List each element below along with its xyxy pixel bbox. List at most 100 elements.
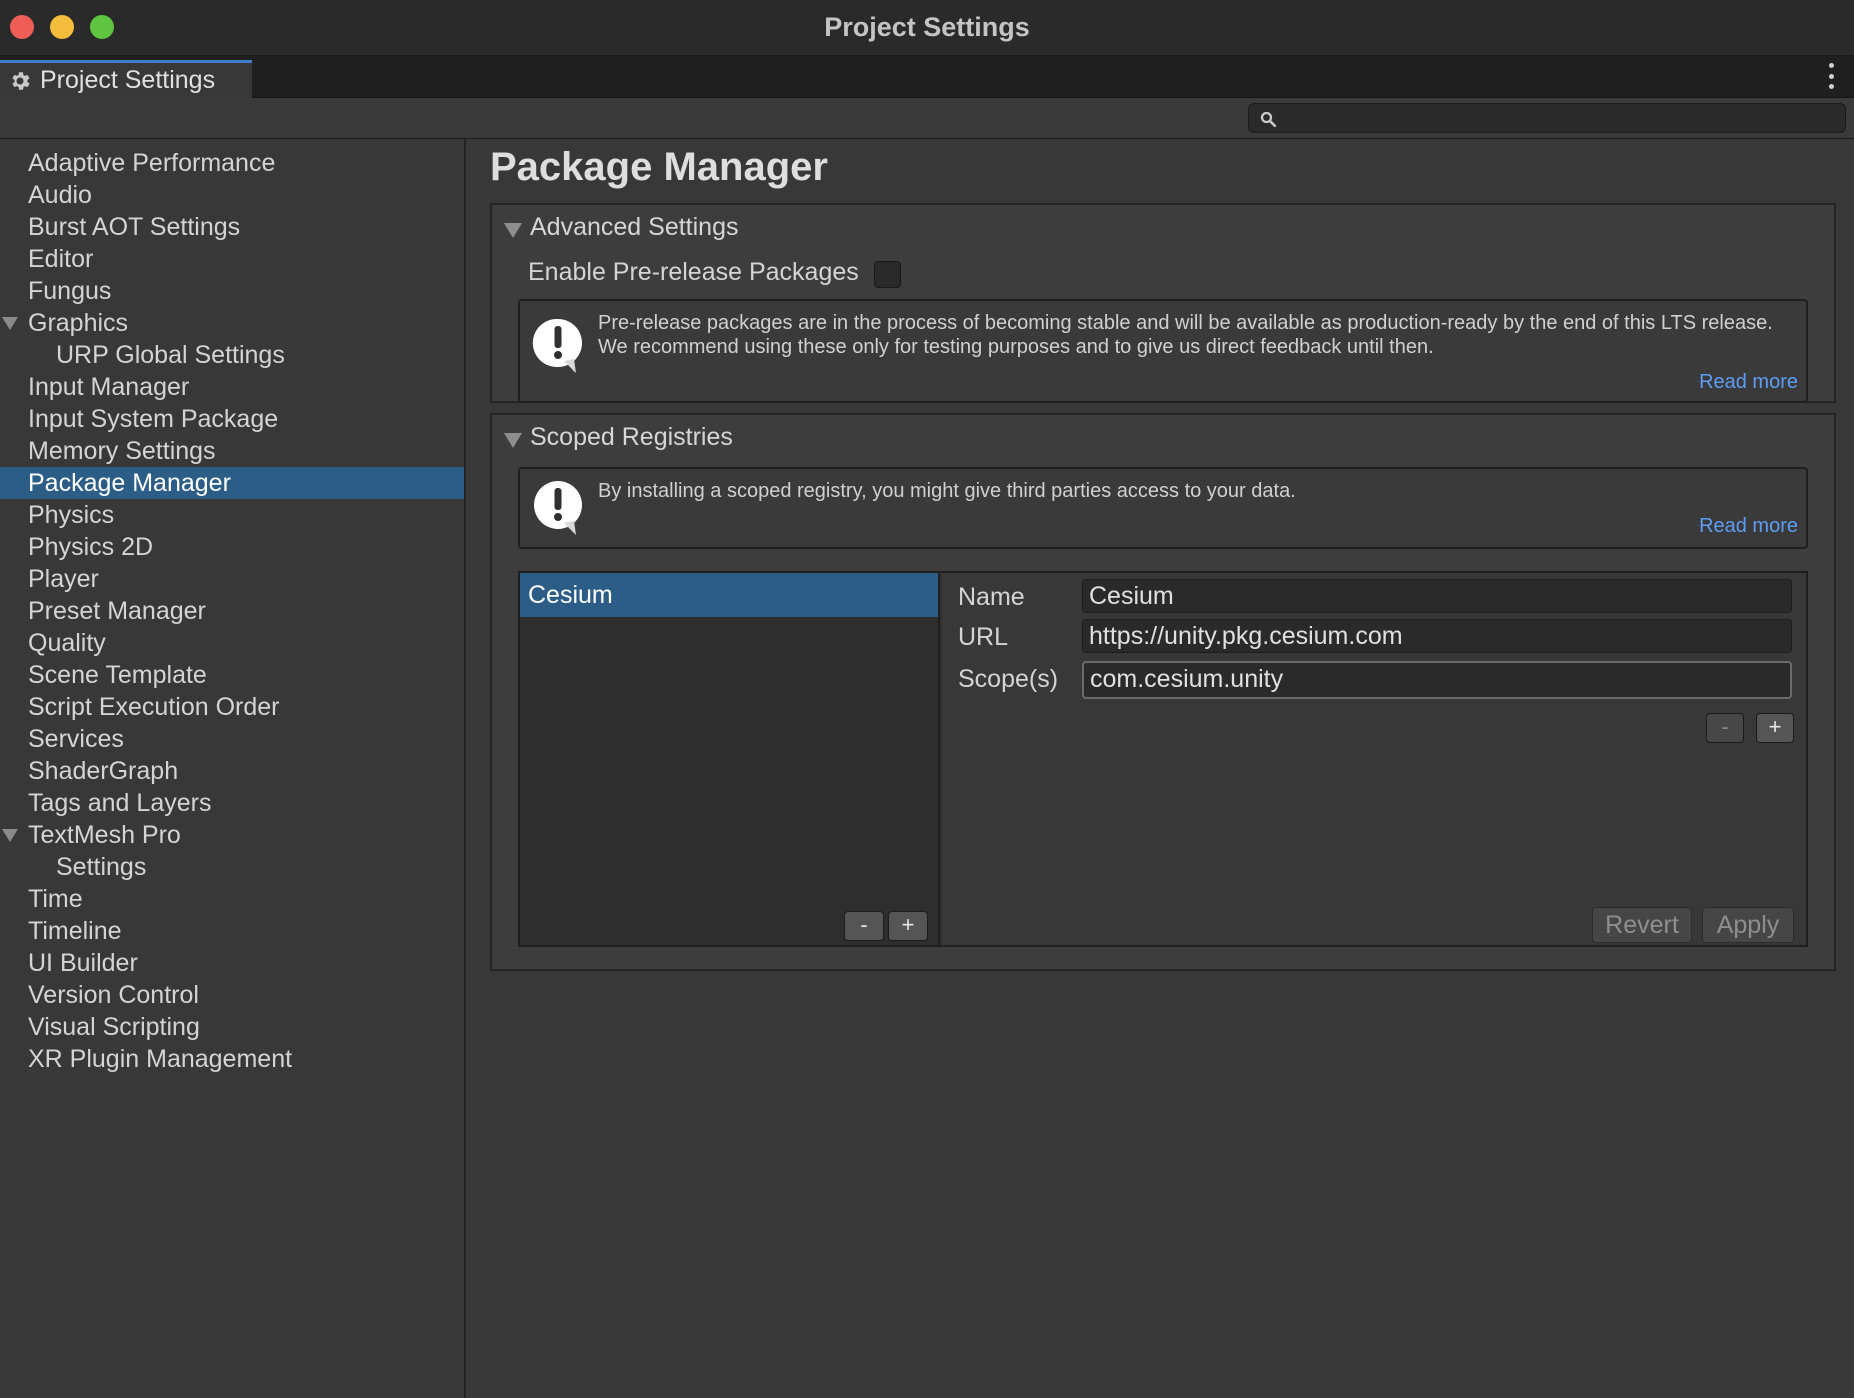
sidebar-item-time[interactable]: Time bbox=[0, 883, 464, 915]
sidebar-item-label: Visual Scripting bbox=[28, 1013, 200, 1041]
sidebar-item-urp-global-settings[interactable]: URP Global Settings bbox=[0, 339, 464, 371]
window-title: Project Settings bbox=[824, 12, 1030, 42]
scope-field[interactable]: com.cesium.unity bbox=[1082, 661, 1792, 699]
prerelease-row: Enable Pre-release Packages bbox=[528, 257, 901, 288]
sidebar-item-textmesh-pro[interactable]: TextMesh Pro bbox=[0, 819, 464, 851]
sidebar-item-ui-builder[interactable]: UI Builder bbox=[0, 947, 464, 979]
sidebar-item-label: Tags and Layers bbox=[28, 789, 212, 817]
revert-button[interactable]: Revert bbox=[1592, 907, 1692, 943]
section-title: Advanced Settings bbox=[530, 213, 739, 241]
prerelease-checkbox[interactable] bbox=[874, 261, 901, 288]
sidebar-item-label: Settings bbox=[56, 853, 147, 881]
sidebar-item-services[interactable]: Services bbox=[0, 723, 464, 755]
sidebar-item-label: TextMesh Pro bbox=[28, 821, 181, 849]
warning-icon bbox=[534, 481, 582, 535]
sidebar-item-label: Time bbox=[28, 885, 83, 913]
sidebar-item-label: URP Global Settings bbox=[56, 341, 285, 369]
sidebar-item-label: Scene Template bbox=[28, 661, 207, 689]
sidebar-item-physics[interactable]: Physics bbox=[0, 499, 464, 531]
tab-strip: Project Settings bbox=[0, 56, 1854, 98]
sidebar-item-label: Preset Manager bbox=[28, 597, 206, 625]
help-message: By installing a scoped registry, you mig… bbox=[598, 480, 1296, 502]
advanced-settings-section: Advanced Settings Enable Pre-release Pac… bbox=[490, 203, 1836, 403]
remove-registry-button[interactable]: - bbox=[844, 911, 884, 941]
sidebar-item-version-control[interactable]: Version Control bbox=[0, 979, 464, 1011]
sidebar-item-xr-plugin-management[interactable]: XR Plugin Management bbox=[0, 1043, 464, 1075]
sidebar-item-shadergraph[interactable]: ShaderGraph bbox=[0, 755, 464, 787]
sidebar-item-label: Input Manager bbox=[28, 373, 190, 401]
collapse-arrow-icon[interactable] bbox=[504, 433, 522, 448]
sidebar-item-label: XR Plugin Management bbox=[28, 1045, 293, 1073]
settings-sidebar: Adaptive Performance Audio Burst AOT Set… bbox=[0, 139, 466, 1398]
sidebar-item-label: Audio bbox=[28, 181, 92, 209]
sidebar-item-input-manager[interactable]: Input Manager bbox=[0, 371, 464, 403]
gear-icon bbox=[12, 71, 30, 90]
sidebar-item-label: Physics 2D bbox=[28, 533, 154, 561]
sidebar-item-textmesh-settings[interactable]: Settings bbox=[0, 851, 464, 883]
help-message: Pre-release packages are in the process … bbox=[598, 312, 1773, 358]
sidebar-item-preset-manager[interactable]: Preset Manager bbox=[0, 595, 464, 627]
sidebar-item-quality[interactable]: Quality bbox=[0, 627, 464, 659]
section-title: Scoped Registries bbox=[530, 423, 733, 451]
scope-label: Scope(s) bbox=[958, 665, 1059, 693]
read-more-link[interactable]: Read more bbox=[1699, 515, 1798, 538]
sidebar-item-input-system-package[interactable]: Input System Package bbox=[0, 403, 464, 435]
collapse-arrow-icon[interactable] bbox=[504, 223, 522, 238]
search-icon bbox=[1260, 111, 1277, 128]
scoped-registries-editor: Cesium - + Name Cesium URL https://unity… bbox=[518, 571, 1808, 947]
tab-project-settings[interactable]: Project Settings bbox=[0, 60, 252, 98]
scoped-registries-section: Scoped Registries By installing a scoped… bbox=[490, 413, 1836, 971]
sidebar-item-timeline[interactable]: Timeline bbox=[0, 915, 464, 947]
sidebar-item-fungus[interactable]: Fungus bbox=[0, 275, 464, 307]
warning-icon bbox=[532, 318, 582, 373]
url-field[interactable]: https://unity.pkg.cesium.com bbox=[1082, 619, 1792, 653]
page-title: Package Manager bbox=[490, 145, 828, 189]
sidebar-item-label: Quality bbox=[28, 629, 106, 657]
url-label: URL bbox=[958, 623, 1009, 651]
read-more-link[interactable]: Read more bbox=[1699, 371, 1798, 394]
sidebar-item-audio[interactable]: Audio bbox=[0, 179, 464, 211]
prerelease-help-box: Pre-release packages are in the process … bbox=[518, 299, 1808, 403]
sidebar-item-label: Input System Package bbox=[28, 405, 279, 433]
registry-detail-panel: Name Cesium URL https://unity.pkg.cesium… bbox=[942, 573, 1806, 945]
sidebar-item-player[interactable]: Player bbox=[0, 563, 464, 595]
sidebar-item-burst-aot-settings[interactable]: Burst AOT Settings bbox=[0, 211, 464, 243]
more-options-icon[interactable] bbox=[1826, 63, 1836, 89]
sidebar-item-editor[interactable]: Editor bbox=[0, 243, 464, 275]
sidebar-item-label: ShaderGraph bbox=[28, 757, 179, 785]
remove-scope-button[interactable]: - bbox=[1706, 713, 1744, 743]
sidebar-item-label: Timeline bbox=[28, 917, 122, 945]
expand-arrow-icon[interactable] bbox=[2, 829, 18, 842]
sidebar-item-label: Script Execution Order bbox=[28, 693, 280, 721]
add-registry-button[interactable]: + bbox=[888, 911, 928, 941]
title-bar: Project Settings bbox=[0, 0, 1854, 56]
expand-arrow-icon[interactable] bbox=[2, 317, 18, 330]
sidebar-item-label: Player bbox=[28, 565, 99, 593]
name-field[interactable]: Cesium bbox=[1082, 579, 1792, 613]
scoped-help-box: By installing a scoped registry, you mig… bbox=[518, 467, 1808, 549]
apply-button[interactable]: Apply bbox=[1702, 907, 1794, 943]
search-field[interactable] bbox=[1248, 103, 1846, 133]
sidebar-item-label: Memory Settings bbox=[28, 437, 216, 465]
prerelease-label: Enable Pre-release Packages bbox=[528, 258, 859, 286]
sidebar-item-script-execution-order[interactable]: Script Execution Order bbox=[0, 691, 464, 723]
sidebar-item-adaptive-performance[interactable]: Adaptive Performance bbox=[0, 147, 464, 179]
sidebar-item-label: Adaptive Performance bbox=[28, 149, 276, 177]
registry-list-item[interactable]: Cesium bbox=[520, 573, 938, 617]
sidebar-item-scene-template[interactable]: Scene Template bbox=[0, 659, 464, 691]
sidebar-item-visual-scripting[interactable]: Visual Scripting bbox=[0, 1011, 464, 1043]
sidebar-item-label: Fungus bbox=[28, 277, 112, 305]
scoped-registries-foldout[interactable]: Scoped Registries bbox=[492, 419, 1834, 455]
tab-label: Project Settings bbox=[40, 66, 216, 94]
search-row bbox=[0, 98, 1854, 139]
search-input[interactable] bbox=[1285, 106, 1835, 130]
registry-list: Cesium - + bbox=[520, 573, 940, 945]
sidebar-item-memory-settings[interactable]: Memory Settings bbox=[0, 435, 464, 467]
advanced-settings-foldout[interactable]: Advanced Settings bbox=[492, 209, 1834, 245]
add-scope-button[interactable]: + bbox=[1756, 713, 1794, 743]
sidebar-item-package-manager[interactable]: Package Manager bbox=[0, 467, 464, 499]
sidebar-item-physics-2d[interactable]: Physics 2D bbox=[0, 531, 464, 563]
sidebar-item-graphics[interactable]: Graphics bbox=[0, 307, 464, 339]
settings-main-panel: Package Manager Advanced Settings Enable… bbox=[468, 139, 1854, 1398]
sidebar-item-tags-and-layers[interactable]: Tags and Layers bbox=[0, 787, 464, 819]
